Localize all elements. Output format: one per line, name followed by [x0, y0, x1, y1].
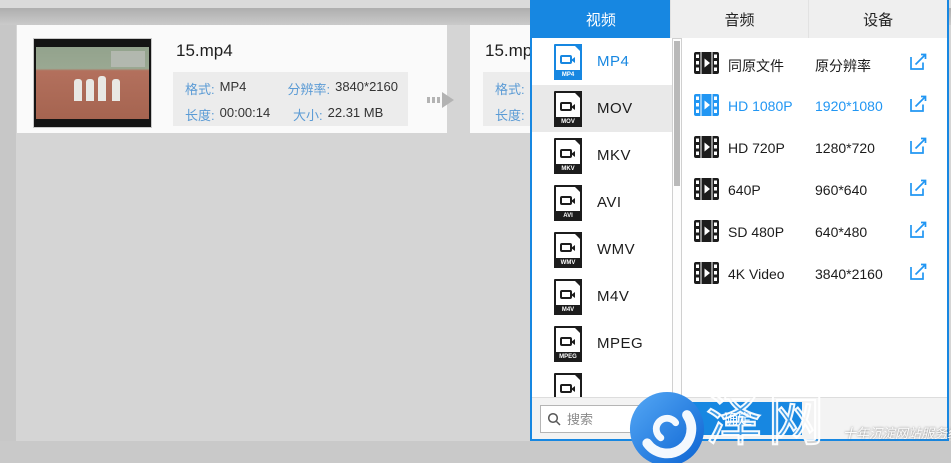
format-item-partial[interactable] [532, 367, 672, 397]
file-type-icon [554, 373, 582, 398]
format-label: 格式: [185, 79, 215, 98]
profile-list: 同原文件 原分辨率 HD 1080P 1920*1080 HD 720P 128… [682, 38, 947, 397]
video-thumbnail [33, 38, 152, 128]
format-item-avi[interactable]: AVIAVI [532, 179, 672, 226]
filmstrip-icon [694, 262, 719, 289]
file-type-icon: MPEG [554, 326, 582, 362]
profile-item-original[interactable]: 同原文件 原分辨率 [682, 42, 947, 84]
tab-audio[interactable]: 音频 [670, 0, 809, 38]
format-item-mkv[interactable]: MKVMKV [532, 132, 672, 179]
format-value: MP4 [220, 79, 247, 98]
edit-profile-icon[interactable] [908, 262, 928, 287]
popup-tabs: 视频 音频 设备 [532, 0, 947, 38]
size-value: 22.31 MB [328, 105, 384, 124]
edit-profile-icon[interactable] [908, 52, 928, 77]
size-label: 大小: [293, 105, 323, 124]
tab-video[interactable]: 视频 [532, 0, 670, 38]
filmstrip-icon [694, 94, 719, 121]
confirm-button[interactable]: 确定 [674, 402, 802, 435]
profile-item-hd1080p[interactable]: HD 1080P 1920*1080 [682, 84, 947, 126]
convert-arrow-icon [427, 90, 455, 115]
profile-item-4k[interactable]: 4K Video 3840*2160 [682, 252, 947, 294]
profile-item-hd720p[interactable]: HD 720P 1280*720 [682, 126, 947, 168]
edit-profile-icon[interactable] [908, 94, 928, 119]
file-type-icon: M4V [554, 279, 582, 315]
popup-footer: 确定 [532, 397, 947, 439]
format-item-mpeg[interactable]: MPEGMPEG [532, 320, 672, 367]
filmstrip-icon [694, 220, 719, 247]
source-file-card[interactable]: 15.mp4 格式: MP4 分辨率: 3840*2160 长度: 00:00:14 … [17, 25, 447, 133]
format-item-m4v[interactable]: M4VM4V [532, 273, 672, 320]
file-type-icon: MOV [554, 91, 582, 127]
file-type-icon: MP4 [554, 44, 582, 80]
source-file-title: 15.mp4 [176, 41, 233, 61]
file-type-icon: MKV [554, 138, 582, 174]
profile-item-640p[interactable]: 640P 960*640 [682, 168, 947, 210]
duration-value: 00:00:14 [220, 105, 271, 124]
bottom-strip [0, 441, 951, 463]
left-gutter [0, 25, 16, 463]
format-item-wmv[interactable]: WMVWMV [532, 226, 672, 273]
resolution-label: 分辨率: [287, 79, 330, 98]
format-item-mp4[interactable]: MP4MP4 [532, 38, 672, 85]
thumbnail-scene [36, 47, 149, 119]
profile-item-sd480p[interactable]: SD 480P 640*480 [682, 210, 947, 252]
search-icon [547, 412, 561, 426]
filmstrip-icon [694, 52, 719, 79]
resolution-value: 3840*2160 [335, 79, 398, 98]
format-list-scrollbar[interactable] [672, 38, 682, 397]
filmstrip-icon [694, 178, 719, 205]
app-window: 15.mp4 格式: MP4 分辨率: 3840*2160 长度: 00:00:14 … [0, 0, 951, 463]
tab-device[interactable]: 设备 [808, 0, 947, 38]
output-format-popup: 视频 音频 设备 MP4MP4 MOVMOV MKVMKV AVIAVI WMV… [530, 0, 949, 441]
file-type-icon: WMV [554, 232, 582, 268]
filmstrip-icon [694, 136, 719, 163]
edit-profile-icon[interactable] [908, 220, 928, 245]
search-input[interactable] [565, 411, 654, 428]
format-list: MP4MP4 MOVMOV MKVMKV AVIAVI WMVWMV M4VM4… [532, 38, 672, 397]
file-type-icon: AVI [554, 185, 582, 221]
search-box[interactable] [540, 405, 668, 433]
thumbnail-building [111, 51, 145, 67]
source-metadata: 格式: MP4 分辨率: 3840*2160 长度: 00:00:14 大小: 22.3… [173, 72, 408, 126]
edit-profile-icon[interactable] [908, 136, 928, 161]
edit-profile-icon[interactable] [908, 178, 928, 203]
format-item-mov[interactable]: MOVMOV [532, 85, 672, 132]
scrollbar-thumb[interactable] [674, 41, 680, 186]
duration-label: 长度: [185, 105, 215, 124]
